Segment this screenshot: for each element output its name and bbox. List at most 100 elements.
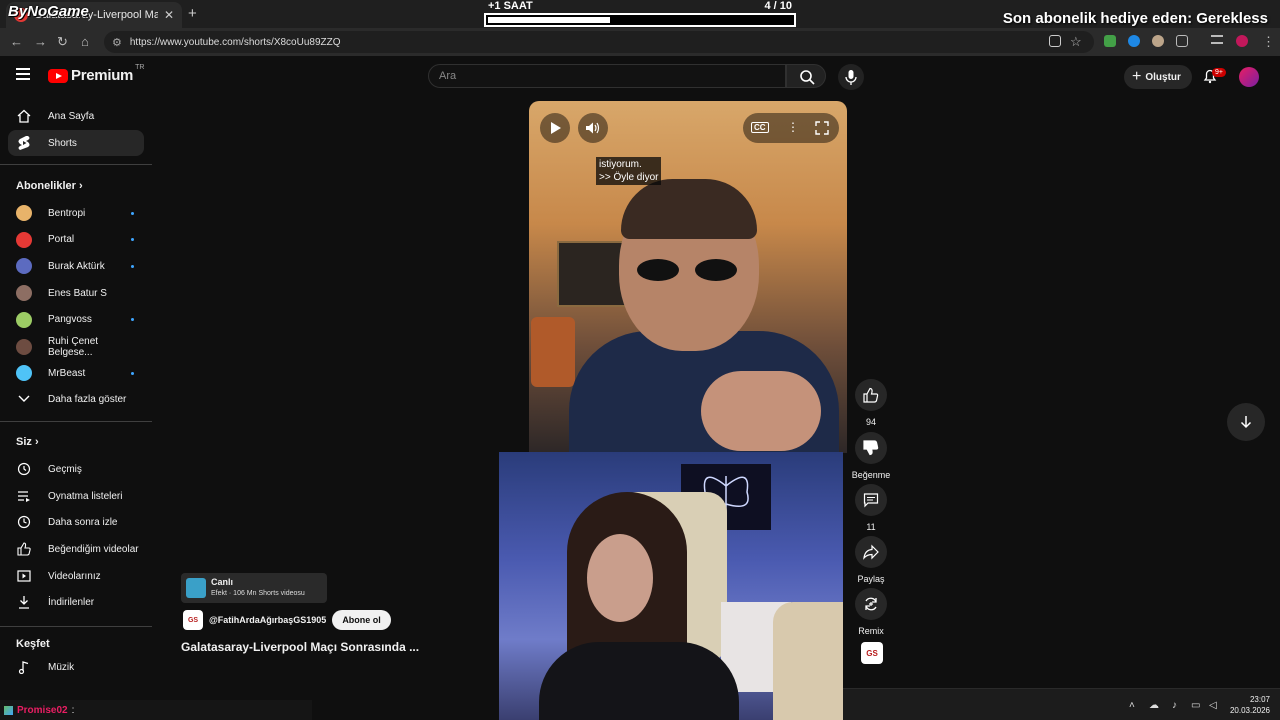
timer-progress-fill <box>488 17 610 23</box>
like-action[interactable]: 94 <box>851 379 891 427</box>
you-heading-label: Siz <box>16 436 32 448</box>
share-label: Paylaş <box>857 574 885 584</box>
sidebar-item-playlists[interactable]: Oynatma listeleri <box>8 483 144 509</box>
extension-shield-icon[interactable] <box>1104 35 1116 47</box>
sidebar-item-liked-videos[interactable]: Beğendiğim videolar <box>8 536 144 562</box>
sidebar-channel-item[interactable]: Burak Aktürk <box>8 253 144 279</box>
gift-sub-overlay: Son abonelik hediye eden: Gerekless <box>1002 10 1268 27</box>
onedrive-cloud-icon[interactable]: ☁ <box>1149 700 1159 711</box>
lion-painting <box>531 317 575 387</box>
play-button[interactable] <box>540 113 570 143</box>
sidebar-channel-item[interactable]: Ruhi Çenet Belgese... <box>8 334 144 360</box>
microphone-tray-icon[interactable]: ♪ <box>1172 700 1177 711</box>
sidebar-item-label: Videolarınız <box>48 570 101 582</box>
search-input[interactable]: Ara <box>428 64 786 88</box>
dislike-button[interactable] <box>855 432 887 464</box>
comments-button[interactable] <box>855 484 887 516</box>
sidebar-item-home[interactable]: Ana Sayfa <box>8 103 144 129</box>
effect-chip[interactable]: Canlı Efekt · 106 Mn Shorts videosu <box>181 573 327 603</box>
home-icon[interactable]: ⌂ <box>81 34 89 49</box>
next-short-button[interactable] <box>1227 403 1265 441</box>
man-hair <box>621 179 757 239</box>
comment-count: 11 <box>866 522 876 532</box>
share-action[interactable]: Paylaş <box>851 536 891 584</box>
sidebar-channel-item[interactable]: Enes Batur S <box>8 280 144 306</box>
channel-name[interactable]: @FatihArdaAğırbaşGS1905 <box>209 615 326 625</box>
hamburger-menu-icon[interactable] <box>16 68 30 80</box>
youtube-play-logo-icon <box>48 68 68 83</box>
like-button[interactable] <box>855 379 887 411</box>
caption-line-1: istiyorum. <box>599 159 642 170</box>
sidebar-item-downloads[interactable]: İndirilenler <box>8 589 144 615</box>
account-avatar[interactable] <box>1239 67 1259 87</box>
download-icon <box>16 594 32 610</box>
streamer-body <box>539 642 739 720</box>
extension-face-icon[interactable] <box>1152 35 1164 47</box>
extension-audio-icon[interactable] <box>1128 35 1140 47</box>
sidebar-item-label: Enes Batur S <box>48 287 107 299</box>
sidebar-item-history[interactable]: Geçmiş <box>8 456 144 482</box>
volume-tray-icon[interactable]: ◁ <box>1209 700 1217 711</box>
browser-menu-icon[interactable]: ⋮ <box>1262 34 1275 50</box>
sidebar-item-label: Müzik <box>48 661 75 673</box>
site-info-icon[interactable]: ⚙ <box>112 36 122 49</box>
more-options-icon[interactable]: ⋮ <box>787 120 799 134</box>
comments-action[interactable]: 11 <box>851 484 891 532</box>
bookmark-star-icon[interactable]: ☆ <box>1070 34 1082 50</box>
explore-heading: Keşfet <box>16 638 50 650</box>
back-icon[interactable]: ← <box>10 34 23 49</box>
video-title[interactable]: Galatasaray-Liverpool Maçı Sonrasında ..… <box>181 640 419 654</box>
new-content-dot <box>131 318 134 322</box>
sidebar-item-label: Ana Sayfa <box>48 110 95 122</box>
sidebar-channel-item[interactable]: Bentropi <box>8 200 144 226</box>
sidebar-item-label: Bentropi <box>48 207 86 219</box>
youtube-header: Premium TR Ara + Oluştur <box>0 56 1280 96</box>
sidebar-channel-item[interactable]: MrBeast <box>8 360 144 386</box>
subscribe-button[interactable]: Abone ol <box>332 610 391 630</box>
profile-avatar-icon[interactable] <box>1236 35 1248 47</box>
system-clock[interactable]: 23:07 20.03.2026 <box>1230 694 1270 716</box>
you-heading[interactable]: Siz › <box>16 436 39 448</box>
sidebar-item-label: Ruhi Çenet Belgese... <box>48 335 99 358</box>
effect-subtitle: Efekt · 106 Mn Shorts videosu <box>211 590 305 597</box>
channel-avatar[interactable]: GS <box>183 610 203 630</box>
share-button[interactable] <box>855 536 887 568</box>
network-icon[interactable]: ▭ <box>1191 700 1200 711</box>
shorts-video-player[interactable]: CC ⋮ istiyorum. >> Öyle diyor <box>529 101 847 453</box>
extensions-puzzle-icon[interactable] <box>1176 35 1188 47</box>
subscriptions-heading[interactable]: Abonelikler › <box>16 180 83 192</box>
sidebar-item-watch-later[interactable]: Daha sonra izle <box>8 509 144 535</box>
dislike-label: Beğenme <box>851 470 891 480</box>
remix-action[interactable]: Remix <box>851 588 891 636</box>
dislike-action[interactable]: Beğenme <box>851 432 891 480</box>
forward-icon[interactable]: → <box>34 34 47 49</box>
sidebar-channel-item[interactable]: Pangvoss <box>8 307 144 333</box>
create-label: Oluştur <box>1145 71 1181 83</box>
volume-button[interactable] <box>578 113 608 143</box>
reload-icon[interactable]: ↻ <box>57 34 68 50</box>
show-more-button[interactable]: Daha fazla göster <box>8 386 144 412</box>
channel-avatar-icon <box>16 311 32 328</box>
fullscreen-icon[interactable] <box>815 121 829 135</box>
voice-search-button[interactable] <box>838 64 864 90</box>
remix-label: Remix <box>858 626 884 636</box>
sidebar-channel-item[interactable]: Portal <box>8 227 144 253</box>
channel-thumbnail[interactable]: GS <box>861 642 883 664</box>
youtube-premium-logo[interactable]: Premium TR <box>48 64 144 84</box>
close-tab-icon[interactable]: ✕ <box>164 8 174 22</box>
install-app-icon[interactable] <box>1049 35 1061 47</box>
closed-captions-button[interactable]: CC <box>751 122 769 133</box>
new-tab-icon[interactable]: + <box>188 5 197 22</box>
sidebar-item-shorts[interactable]: Shorts <box>8 130 144 156</box>
subtitle-caption: istiyorum. >> Öyle diyor <box>596 157 662 185</box>
create-button[interactable]: + Oluştur <box>1124 65 1192 89</box>
sidebar-item-your-videos[interactable]: Videolarınız <box>8 563 144 589</box>
timer-count: 4 / 10 <box>764 0 792 12</box>
search-button[interactable] <box>786 64 826 88</box>
url-field[interactable]: ⚙ https://www.youtube.com/shorts/X8coUu8… <box>104 31 1094 53</box>
sidebar-item-music[interactable]: Müzik <box>8 654 144 680</box>
remix-button[interactable] <box>855 588 887 620</box>
tray-chevron-up-icon[interactable]: ˄ <box>1129 700 1135 711</box>
channel-avatar <box>16 205 32 221</box>
reading-list-icon[interactable] <box>1211 35 1223 44</box>
